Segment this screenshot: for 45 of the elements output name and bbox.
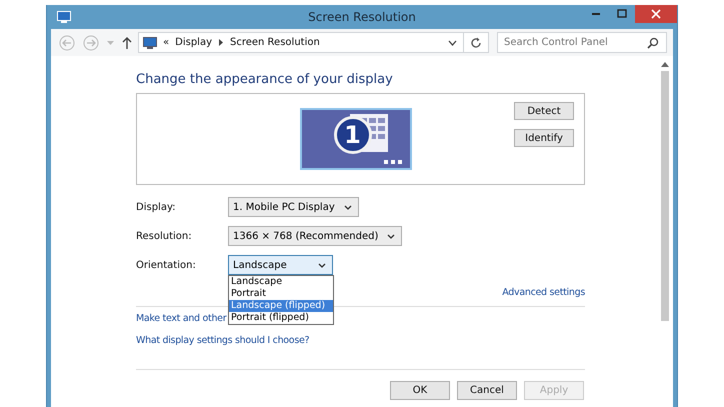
dropdown[interactable]: 1366 × 768 (Recommended): [228, 226, 402, 246]
page-heading: Change the appearance of your display: [136, 72, 394, 89]
up-arrow-icon: [122, 36, 132, 48]
search-field[interactable]: Search Control Panel: [497, 32, 667, 53]
detect-button[interactable]: Detect: [514, 102, 574, 120]
chevron-down-icon: [344, 204, 352, 210]
dropdown[interactable]: Landscape: [228, 255, 333, 275]
minimize-icon: [592, 13, 600, 15]
help-link[interactable]: Make text and other: [136, 313, 226, 324]
ok-button[interactable]: OK: [390, 381, 450, 400]
identify-button[interactable]: Identify: [514, 129, 574, 147]
caret-icon: [107, 40, 114, 44]
breadcrumb-item[interactable]: Display: [175, 37, 212, 48]
monitor-icon: [143, 36, 157, 48]
help-link[interactable]: What display settings should I choose?: [136, 335, 310, 346]
advanced-settings-link[interactable]: Advanced settings: [502, 287, 585, 298]
scroll-up-arrow-icon[interactable]: [661, 62, 669, 67]
dropdown-option[interactable]: Landscape: [229, 276, 333, 288]
dots-icon: [384, 160, 402, 164]
close-button[interactable]: [635, 5, 677, 23]
dropdown-option[interactable]: Portrait: [229, 288, 333, 300]
field-label: Orientation:: [136, 260, 197, 270]
close-icon: [651, 9, 661, 19]
maximize-icon: [617, 9, 627, 19]
field-label: Display:: [136, 202, 177, 212]
chevron-down-icon: [387, 234, 396, 238]
monitor-tile[interactable]: 1: [300, 108, 412, 170]
breadcrumb-item[interactable]: Screen Resolution: [230, 37, 320, 48]
dropdown[interactable]: 1. Mobile PC Display: [228, 197, 359, 217]
monitor-number: 1: [334, 116, 372, 154]
up-button[interactable]: [120, 36, 134, 48]
chevron-down-icon: [318, 262, 326, 268]
field-label: Resolution:: [136, 230, 193, 242]
breadcrumb-overflow[interactable]: «: [163, 37, 170, 48]
monitor-icon: [57, 11, 71, 23]
search-icon[interactable]: [647, 37, 659, 49]
window-title: Screen Resolution: [307, 10, 417, 24]
address-bar[interactable]: « Display Screen Resolution: [138, 32, 489, 53]
cancel-button[interactable]: Cancel: [457, 381, 517, 400]
chevron-right-icon: [219, 39, 223, 46]
dropdown-option[interactable]: Landscape (flipped): [229, 300, 333, 312]
dropdown-option[interactable]: Portrait (flipped): [229, 312, 333, 324]
scroll-thumb[interactable]: [661, 71, 669, 321]
refresh-icon[interactable]: [470, 36, 482, 48]
chevron-down-icon[interactable]: [448, 40, 457, 46]
